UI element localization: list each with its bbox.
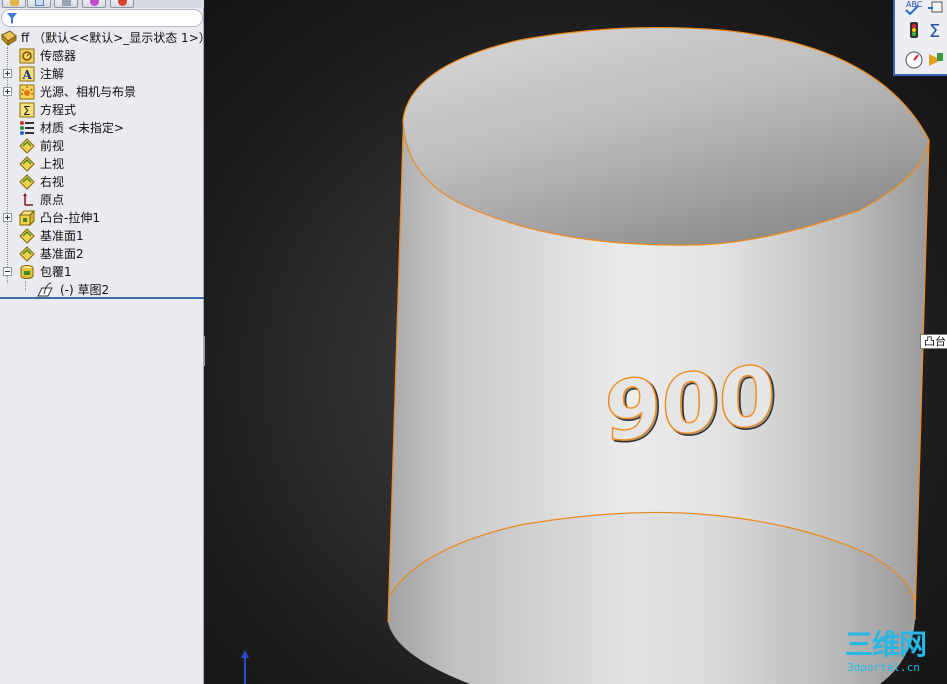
gauge-icon[interactable] bbox=[904, 50, 924, 70]
traffic-light-icon[interactable] bbox=[905, 20, 925, 40]
svg-text:Σ: Σ bbox=[929, 21, 940, 40]
feature-tooltip: 凸台 bbox=[920, 334, 947, 349]
cylinder-top-face[interactable] bbox=[402, 26, 930, 246]
cylinder-model[interactable]: 900 900 bbox=[0, 0, 947, 684]
reference-triad-icon bbox=[241, 650, 249, 684]
sum-icon[interactable]: Σ bbox=[926, 20, 946, 40]
watermark-logo-text: 三维网 bbox=[845, 628, 927, 661]
watermark-url: 3dportal.cn bbox=[847, 661, 920, 674]
spell-check-icon[interactable] bbox=[905, 5, 919, 15]
macro-icon[interactable] bbox=[927, 0, 943, 14]
simulation-icon[interactable] bbox=[926, 50, 946, 70]
watermark: 三维网 3dportal.cn bbox=[845, 630, 941, 680]
emboss-face-text: 900 bbox=[604, 348, 775, 461]
task-toolbar: ABC Σ bbox=[893, 0, 947, 76]
embossed-text-900[interactable]: 900 900 bbox=[604, 348, 779, 464]
